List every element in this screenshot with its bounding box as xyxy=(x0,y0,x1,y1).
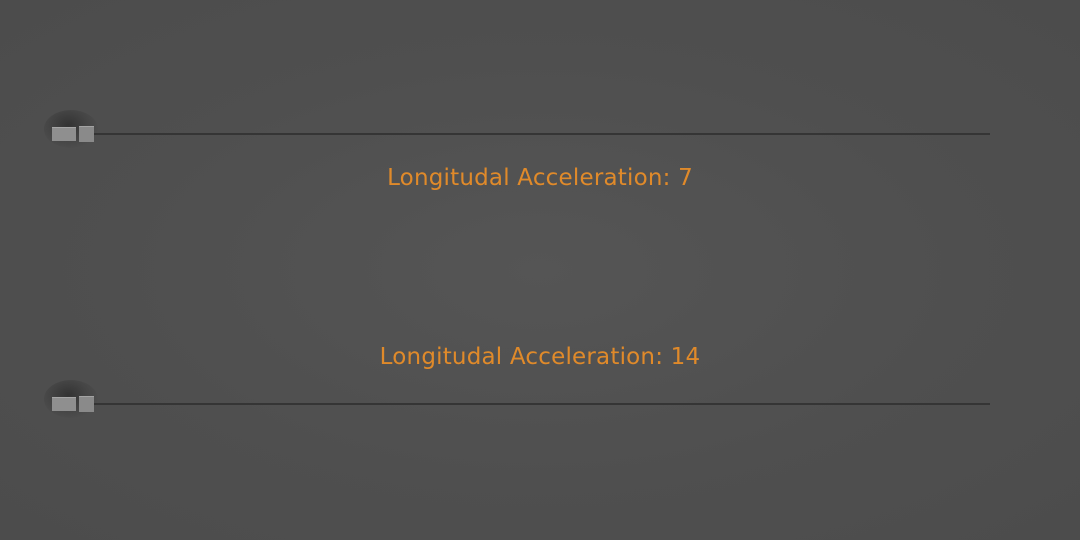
lane-1 xyxy=(0,110,1080,154)
vehicle-front xyxy=(79,396,94,412)
vehicle-front xyxy=(79,126,94,142)
vehicle-cab xyxy=(52,397,76,411)
truck-icon xyxy=(44,110,98,148)
track-line xyxy=(94,403,990,405)
acceleration-label-2: Longitudal Acceleration: 14 xyxy=(379,344,701,370)
track-line xyxy=(94,133,990,135)
simulation-canvas: Longitudal Acceleration: 7 Longitudal Ac… xyxy=(0,0,1080,540)
vehicle-cab xyxy=(52,127,76,141)
truck-icon xyxy=(44,380,98,418)
lane-2 xyxy=(0,380,1080,424)
acceleration-label-1: Longitudal Acceleration: 7 xyxy=(387,165,693,191)
